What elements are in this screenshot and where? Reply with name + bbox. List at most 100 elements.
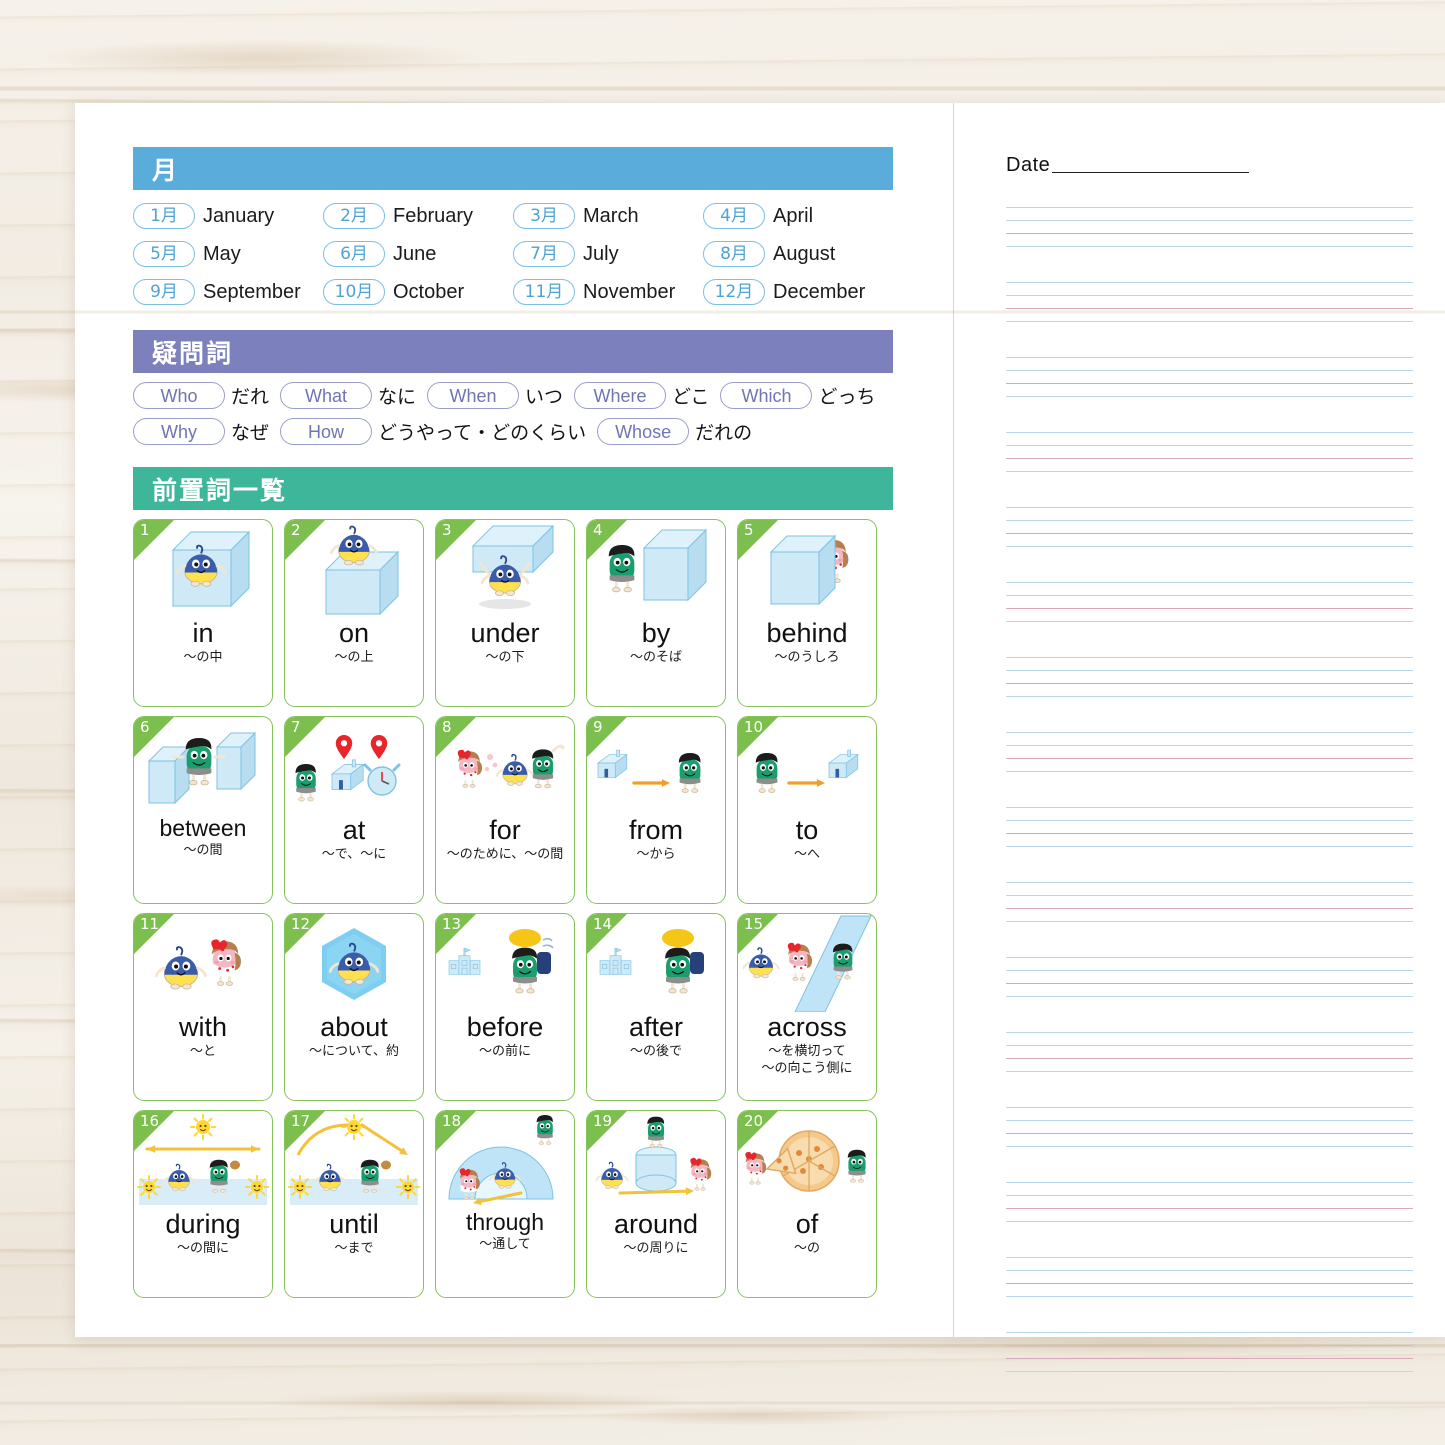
question-word-japanese: なぜ <box>231 422 270 444</box>
writing-line[interactable] <box>1006 984 1413 997</box>
writing-line-group[interactable] <box>1006 1020 1413 1072</box>
question-word-item: What なに <box>280 382 416 409</box>
writing-line[interactable] <box>1006 583 1413 596</box>
writing-line[interactable] <box>1006 795 1413 808</box>
writing-line[interactable] <box>1006 733 1413 746</box>
writing-line[interactable] <box>1006 1095 1413 1108</box>
writing-line-group[interactable] <box>1006 1095 1413 1147</box>
preposition-japanese-gloss: ～の上 <box>334 650 374 666</box>
writing-line-baseline[interactable] <box>1006 221 1413 234</box>
writing-line[interactable] <box>1006 609 1413 622</box>
writing-line[interactable] <box>1006 759 1413 772</box>
writing-line-baseline[interactable] <box>1006 971 1413 984</box>
preposition-word: around <box>613 1209 699 1239</box>
writing-line[interactable] <box>1006 1359 1413 1372</box>
writing-line-group[interactable] <box>1006 1320 1413 1372</box>
writing-line[interactable] <box>1006 270 1413 283</box>
writing-line[interactable] <box>1006 1258 1413 1271</box>
date-input-line[interactable] <box>1052 172 1250 173</box>
preposition-japanese-gloss: ～の <box>793 1241 820 1257</box>
writing-line[interactable] <box>1006 345 1413 358</box>
writing-line[interactable] <box>1006 684 1413 697</box>
writing-line[interactable] <box>1006 234 1413 247</box>
writing-line[interactable] <box>1006 1183 1413 1196</box>
ruled-writing-area[interactable] <box>1006 195 1413 1372</box>
writing-line-group[interactable] <box>1006 420 1413 472</box>
writing-line[interactable] <box>1006 195 1413 208</box>
writing-line-group[interactable] <box>1006 645 1413 697</box>
writing-line[interactable] <box>1006 834 1413 847</box>
writing-line-group[interactable] <box>1006 870 1413 922</box>
writing-line[interactable] <box>1006 1245 1413 1258</box>
writing-line[interactable] <box>1006 870 1413 883</box>
writing-line-baseline[interactable] <box>1006 671 1413 684</box>
writing-line-group[interactable] <box>1006 1170 1413 1222</box>
writing-line[interactable] <box>1006 958 1413 971</box>
writing-line[interactable] <box>1006 658 1413 671</box>
month-badge: 5月 <box>133 241 195 267</box>
card-number: 15 <box>744 915 764 933</box>
writing-line[interactable] <box>1006 420 1413 433</box>
question-word-row: Why なぜ How どうやって・どのくらい Whose だれの <box>133 418 893 445</box>
writing-line-baseline[interactable] <box>1006 1046 1413 1059</box>
question-word-japanese: だれ <box>231 386 270 408</box>
writing-line[interactable] <box>1006 309 1413 322</box>
writing-line[interactable] <box>1006 909 1413 922</box>
writing-line[interactable] <box>1006 1320 1413 1333</box>
writing-line-baseline[interactable] <box>1006 446 1413 459</box>
writing-line[interactable] <box>1006 1059 1413 1072</box>
writing-line-baseline[interactable] <box>1006 746 1413 759</box>
open-notebook: 月 1月 January 2月 February 3月 March 4月 April 5月 May… <box>75 103 1445 1372</box>
writing-line-group[interactable] <box>1006 195 1413 247</box>
writing-line-baseline[interactable] <box>1006 596 1413 609</box>
preposition-card: 18 through ～通して <box>435 1110 575 1298</box>
writing-line-baseline[interactable] <box>1006 1271 1413 1284</box>
writing-line-baseline[interactable] <box>1006 1346 1413 1359</box>
preposition-card: 13 before ～の前に <box>435 913 575 1101</box>
writing-line-group[interactable] <box>1006 570 1413 622</box>
writing-line[interactable] <box>1006 358 1413 371</box>
writing-line[interactable] <box>1006 1209 1413 1222</box>
writing-line[interactable] <box>1006 384 1413 397</box>
left-page: 月 1月 January 2月 February 3月 March 4月 April 5月 May… <box>75 103 953 1337</box>
preposition-card: 5 behind ～のうしろ <box>737 519 877 707</box>
writing-line[interactable] <box>1006 459 1413 472</box>
writing-line[interactable] <box>1006 808 1413 821</box>
writing-line[interactable] <box>1006 720 1413 733</box>
writing-line-baseline[interactable] <box>1006 1196 1413 1209</box>
writing-line[interactable] <box>1006 1108 1413 1121</box>
writing-line[interactable] <box>1006 645 1413 658</box>
writing-line[interactable] <box>1006 883 1413 896</box>
writing-line-group[interactable] <box>1006 345 1413 397</box>
writing-line-group[interactable] <box>1006 720 1413 772</box>
writing-line[interactable] <box>1006 433 1413 446</box>
preposition-japanese-gloss: ～のそば <box>629 650 682 666</box>
writing-line[interactable] <box>1006 1333 1413 1346</box>
writing-line-baseline[interactable] <box>1006 821 1413 834</box>
writing-line[interactable] <box>1006 1020 1413 1033</box>
writing-line-group[interactable] <box>1006 795 1413 847</box>
writing-line-baseline[interactable] <box>1006 896 1413 909</box>
writing-line[interactable] <box>1006 1284 1413 1297</box>
writing-line[interactable] <box>1006 495 1413 508</box>
writing-line[interactable] <box>1006 570 1413 583</box>
writing-line-group[interactable] <box>1006 1245 1413 1297</box>
writing-line-baseline[interactable] <box>1006 371 1413 384</box>
writing-line[interactable] <box>1006 508 1413 521</box>
writing-line[interactable] <box>1006 945 1413 958</box>
writing-line-baseline[interactable] <box>1006 296 1413 309</box>
writing-line-baseline[interactable] <box>1006 521 1413 534</box>
writing-line[interactable] <box>1006 1134 1413 1147</box>
preposition-japanese-gloss: ～通して <box>479 1237 531 1253</box>
writing-line-baseline[interactable] <box>1006 1121 1413 1134</box>
writing-line[interactable] <box>1006 1033 1413 1046</box>
month-english-label: August <box>773 242 836 265</box>
writing-line-group[interactable] <box>1006 945 1413 997</box>
months-section-header: 月 <box>133 147 893 190</box>
writing-line-group[interactable] <box>1006 495 1413 547</box>
writing-line[interactable] <box>1006 283 1413 296</box>
writing-line[interactable] <box>1006 208 1413 221</box>
writing-line[interactable] <box>1006 534 1413 547</box>
writing-line[interactable] <box>1006 1170 1413 1183</box>
writing-line-group[interactable] <box>1006 270 1413 322</box>
